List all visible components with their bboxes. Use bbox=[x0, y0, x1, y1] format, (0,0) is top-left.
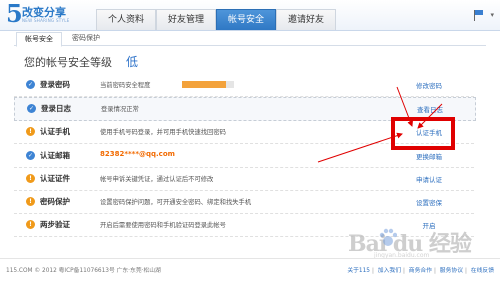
nav-tab-friends[interactable]: 好友管理 bbox=[156, 9, 216, 30]
security-row-password-protection: ! 密码保护 设置密码保护问题，可开通安全密码、绑定和找失手机 设置密保 bbox=[14, 191, 474, 214]
paw-icon bbox=[379, 228, 397, 246]
row-label: 认证证件 bbox=[40, 174, 70, 183]
footer-links: 关于115 | 加入我们 | 商务合作 | 服务协议 | 在线反馈 bbox=[347, 268, 494, 274]
footer-link-about[interactable]: 关于115 bbox=[347, 268, 370, 274]
footer-link-join[interactable]: 加入我们 bbox=[378, 268, 401, 274]
row-desc: 使用手机号码登录，并可用手机快速找回密码 bbox=[100, 129, 226, 136]
site-logo[interactable]: 5 改变分享 NEW SHARING STYLE bbox=[6, 0, 92, 28]
set-security-question-link[interactable]: 设置密保 bbox=[399, 197, 459, 207]
password-strength-bar bbox=[182, 81, 234, 88]
logo-mark: 5 bbox=[6, 0, 23, 28]
row-label: 登录密码 bbox=[40, 80, 70, 89]
footer-link-terms[interactable]: 服务协议 bbox=[440, 268, 463, 274]
footer: 115.COM © 2012 粤ICP备11076613号 广东·东莞·松山湖 … bbox=[0, 258, 500, 287]
subtab-bar: 帐号安全 密码保护 bbox=[14, 31, 486, 47]
row-desc: 设置密码保护问题，可开通安全密码、绑定和找失手机 bbox=[100, 199, 252, 206]
footer-link-feedback[interactable]: 在线反馈 bbox=[471, 268, 494, 274]
subtab-password-protection[interactable]: 密码保护 bbox=[64, 32, 108, 45]
check-icon: ✓ bbox=[26, 80, 35, 89]
check-icon: ✓ bbox=[26, 151, 35, 160]
chevron-down-icon[interactable]: ▾ bbox=[490, 11, 494, 19]
footer-copyright: 115.COM © 2012 粤ICP备11076613号 广东·东莞·松山湖 bbox=[6, 268, 161, 274]
row-label: 登录日志 bbox=[41, 104, 71, 113]
apply-verification-link[interactable]: 申请认证 bbox=[399, 174, 459, 184]
row-label: 两步验证 bbox=[40, 220, 70, 229]
warning-icon: ! bbox=[26, 197, 35, 206]
user-flag-icon[interactable] bbox=[474, 10, 486, 21]
row-label: 密码保护 bbox=[40, 197, 70, 206]
warning-icon: ! bbox=[26, 174, 35, 183]
nav-tab-invite-friends[interactable]: 邀请好友 bbox=[276, 9, 336, 30]
row-desc: 登录情况正常 bbox=[101, 106, 139, 113]
email-value: 82382****@qq.com bbox=[100, 150, 175, 158]
logo-tagline: NEW SHARING STYLE bbox=[22, 18, 70, 23]
change-password-link[interactable]: 修改密码 bbox=[399, 80, 459, 90]
top-navigation-bar: 5 改变分享 NEW SHARING STYLE 个人资料 好友管理 帐号安全 … bbox=[0, 0, 500, 31]
page-title: 您的帐号安全等级 bbox=[24, 56, 112, 69]
security-row-login-password: ✓ 登录密码 当前密码安全程度 修改密码 bbox=[14, 74, 474, 97]
check-icon: ✓ bbox=[27, 104, 36, 113]
password-strength-fill bbox=[182, 81, 227, 88]
row-desc: 帐号申诉关键凭证，通过认证后不可修改 bbox=[100, 176, 214, 183]
row-label: 认证手机 bbox=[40, 127, 70, 136]
subtab-account-security[interactable]: 帐号安全 bbox=[16, 32, 62, 47]
nav-tab-account-security[interactable]: 帐号安全 bbox=[216, 9, 276, 30]
footer-link-business[interactable]: 商务合作 bbox=[409, 268, 432, 274]
warning-icon: ! bbox=[26, 127, 35, 136]
row-desc: 开启后需要使用密码和手机验证码登录此帐号 bbox=[100, 222, 226, 229]
warning-icon: ! bbox=[26, 220, 35, 229]
view-log-link[interactable]: 查看日志 bbox=[400, 104, 460, 114]
security-row-verify-id: ! 认证证件 帐号申诉关键凭证，通过认证后不可修改 申请认证 bbox=[14, 168, 474, 191]
highlight-box bbox=[391, 117, 455, 150]
row-label: 认证邮箱 bbox=[40, 151, 70, 160]
nav-tab-profile[interactable]: 个人资料 bbox=[96, 9, 156, 30]
change-email-link[interactable]: 更换邮箱 bbox=[399, 151, 459, 161]
security-level-value: 低 bbox=[126, 55, 139, 69]
row-desc: 当前密码安全程度 bbox=[100, 82, 151, 89]
